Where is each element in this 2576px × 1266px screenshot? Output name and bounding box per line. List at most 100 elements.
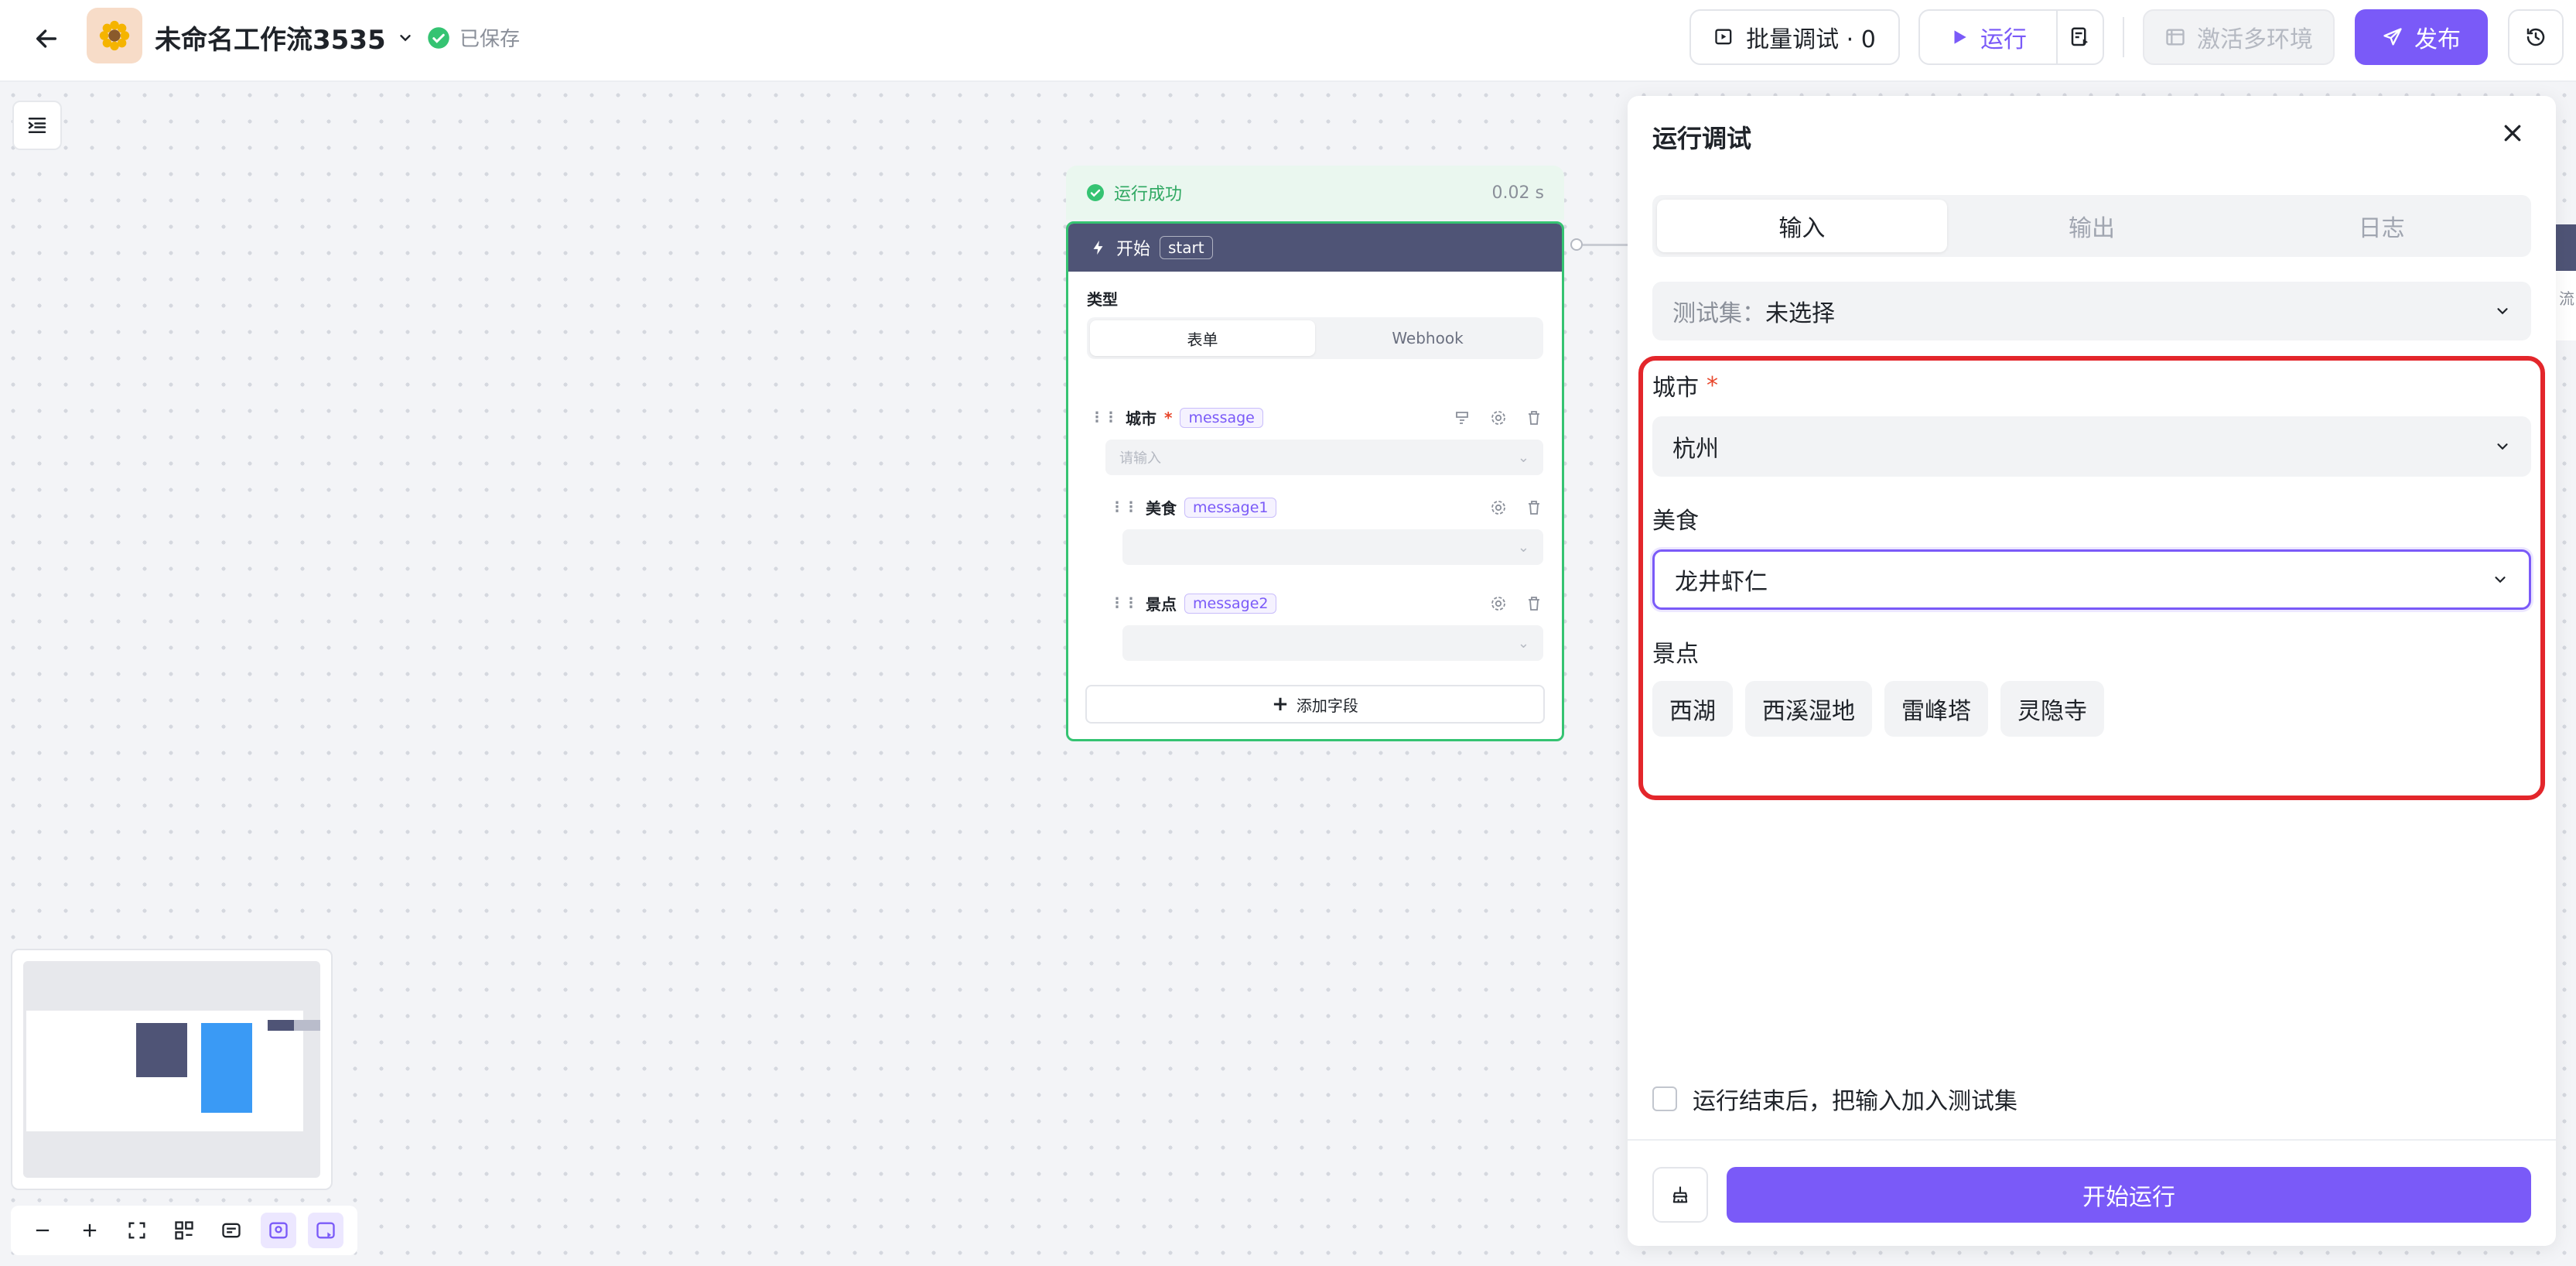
minimap[interactable] (11, 949, 333, 1190)
panel-title: 运行调试 (1652, 124, 1752, 153)
tab-output[interactable]: 输出 (1947, 200, 2237, 252)
minus-icon (36, 1229, 49, 1232)
field-name: 城市 (1126, 409, 1156, 428)
chevron-down-icon (399, 34, 411, 41)
drag-handle-icon[interactable]: ⋮⋮ (1090, 409, 1118, 426)
node-field-food: ⋮⋮ 美食 message1 ⌄ (1110, 496, 1543, 565)
testset-label: 测试集： (1672, 300, 1765, 327)
option-list-icon[interactable] (1454, 409, 1472, 427)
sights-default-select[interactable]: ⌄ (1122, 625, 1543, 661)
node-header: 开始 start (1068, 224, 1562, 272)
add-note-button[interactable] (214, 1213, 249, 1248)
workflow-title[interactable]: 未命名工作流3535 (155, 19, 414, 56)
tab-input[interactable]: 输入 (1657, 200, 1947, 252)
food-select[interactable]: 龙井虾仁 (1652, 549, 2531, 610)
trash-icon[interactable] (1525, 594, 1543, 613)
run-history-button[interactable] (2056, 9, 2104, 65)
testset-select[interactable]: 测试集：未选择 (1652, 282, 2531, 340)
top-bar: 未命名工作流3535 已保存 批量调试 · 0 运行 激活多环境 发布 (0, 0, 2576, 82)
zoom-in-button[interactable] (72, 1213, 108, 1248)
chevron-down-icon (2497, 443, 2508, 450)
start-run-button[interactable]: 开始运行 (1727, 1167, 2531, 1223)
tab-log[interactable]: 日志 (2236, 200, 2526, 252)
toolbar-divider (2123, 17, 2124, 57)
sights-options: 西湖 西溪湿地 雷峰塔 灵隐寺 (1652, 681, 2104, 737)
auto-layout-button[interactable] (166, 1213, 202, 1248)
run-debug-panel: 运行调试 输入 输出 日志 测试集：未选择 城市 * 杭州 美食 龙井虾仁 景点… (1628, 96, 2556, 1246)
next-node-text: 流 (2559, 289, 2574, 308)
type-label: 类型 (1087, 290, 1118, 309)
sight-option[interactable]: 灵隐寺 (2000, 681, 2104, 737)
next-node-header-peek[interactable] (2556, 224, 2576, 271)
city-label-text: 城市 (1652, 375, 1699, 402)
zoom-out-button[interactable] (25, 1213, 60, 1248)
back-button[interactable] (26, 19, 67, 59)
type-option-form[interactable]: 表单 (1090, 320, 1315, 356)
chevron-down-icon: ⌄ (1517, 449, 1529, 466)
gear-icon[interactable] (1489, 409, 1508, 427)
clear-input-button[interactable] (1652, 1167, 1708, 1223)
add-field-label: 添加字段 (1296, 696, 1358, 715)
node-title: 开始 (1116, 240, 1151, 259)
node-output-port[interactable] (1570, 238, 1583, 251)
field-param-tag: message (1180, 407, 1263, 428)
gear-icon[interactable] (1489, 498, 1508, 517)
sight-option[interactable]: 西湖 (1652, 681, 1733, 737)
run-button[interactable]: 运行 (1918, 9, 2058, 65)
trash-icon[interactable] (1525, 409, 1543, 427)
gear-icon[interactable] (1489, 594, 1508, 613)
batch-debug-button[interactable]: 批量调试 · 0 (1689, 9, 1900, 65)
success-check-icon (1087, 184, 1104, 201)
list-indent-icon (28, 118, 46, 133)
food-default-select[interactable]: ⌄ (1122, 529, 1543, 565)
panel-icon (316, 1222, 336, 1239)
sight-option[interactable]: 雷峰塔 (1884, 681, 1988, 737)
select-placeholder: 请输入 (1119, 450, 1161, 467)
chevron-down-icon: ⌄ (1517, 539, 1529, 556)
minimap-start-node (136, 1023, 187, 1077)
field-name: 美食 (1146, 499, 1177, 518)
batch-debug-label: 批量调试 · 0 (1746, 26, 1876, 53)
add-to-testset-checkbox[interactable] (1652, 1086, 1677, 1111)
close-panel-button[interactable] (2496, 116, 2530, 150)
start-run-label: 开始运行 (2082, 1184, 2175, 1211)
plus-icon (83, 1223, 96, 1237)
activate-env-button[interactable]: 激活多环境 (2143, 9, 2335, 65)
fullscreen-icon (128, 1222, 145, 1239)
node-tag: start (1160, 236, 1213, 259)
comment-icon (222, 1223, 241, 1238)
type-switch[interactable]: 表单 Webhook (1087, 317, 1543, 359)
add-to-testset-option[interactable]: 运行结束后，把输入加入测试集 (1652, 1082, 2017, 1116)
required-mark: * (1164, 408, 1173, 427)
debug-panel-toggle-button[interactable] (308, 1213, 344, 1248)
publish-button[interactable]: 发布 (2355, 9, 2488, 65)
sunflower-icon (99, 20, 130, 51)
minimap-node (294, 1020, 320, 1031)
check-circle-icon (428, 26, 449, 49)
add-field-button[interactable]: + 添加字段 (1085, 685, 1545, 724)
start-node[interactable]: 开始 start 类型 表单 Webhook ⋮⋮ 城市 * message 请… (1066, 221, 1564, 741)
drag-handle-icon[interactable]: ⋮⋮ (1110, 595, 1138, 611)
trash-icon[interactable] (1525, 498, 1543, 517)
activate-env-label: 激活多环境 (2197, 26, 2313, 53)
outline-toggle-button[interactable] (12, 101, 62, 150)
city-select[interactable]: 杭州 (1652, 416, 2531, 477)
minimap-toggle-button[interactable] (261, 1213, 297, 1248)
layout-icon (175, 1221, 193, 1240)
app-avatar[interactable] (87, 8, 142, 63)
node-field-city: ⋮⋮ 城市 * message 请输入 ⌄ (1090, 406, 1543, 475)
node-duration: 0.02 s (1491, 183, 1544, 203)
drag-handle-icon[interactable]: ⋮⋮ (1110, 499, 1138, 515)
type-option-webhook[interactable]: Webhook (1315, 320, 1540, 356)
city-default-select[interactable]: 请输入 ⌄ (1105, 440, 1543, 475)
version-history-button[interactable] (2508, 9, 2564, 65)
field-name: 景点 (1146, 595, 1177, 614)
field-param-tag: message1 (1184, 497, 1277, 518)
fit-view-button[interactable] (119, 1213, 155, 1248)
send-icon (2383, 28, 2402, 46)
next-node-body-peek[interactable]: 流 (2556, 271, 2576, 340)
run-label: 运行 (1980, 26, 2027, 53)
food-field-label: 美食 (1652, 501, 1699, 535)
sight-option[interactable]: 西溪湿地 (1745, 681, 1872, 737)
city-value: 杭州 (1672, 436, 1719, 463)
